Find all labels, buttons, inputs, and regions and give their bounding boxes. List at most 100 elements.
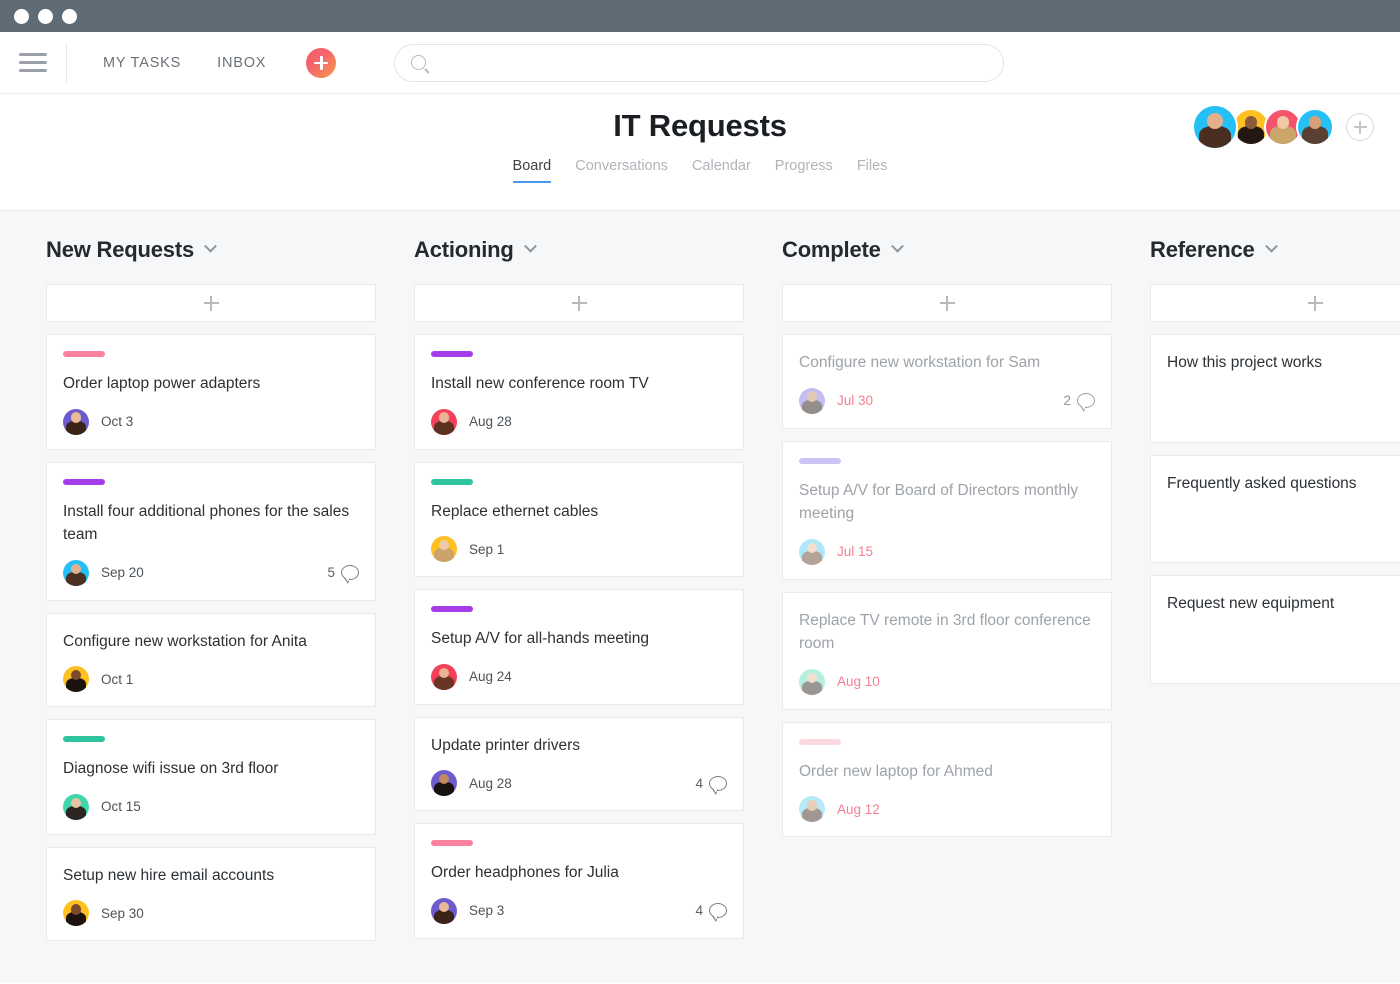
card-due-date[interactable]: Jul 15 xyxy=(837,544,873,559)
quick-add-button[interactable] xyxy=(306,48,336,78)
tab-progress[interactable]: Progress xyxy=(775,158,833,183)
assignee-avatar[interactable] xyxy=(799,796,825,822)
card-due-date[interactable]: Sep 20 xyxy=(101,565,144,580)
assignee-avatar[interactable] xyxy=(799,539,825,565)
card-due-date[interactable]: Sep 3 xyxy=(469,903,504,918)
avatar-body xyxy=(1270,126,1295,144)
card-due-date[interactable]: Aug 10 xyxy=(837,674,880,689)
avatar-body xyxy=(434,548,454,562)
task-card[interactable]: Frequently asked questions xyxy=(1150,455,1400,564)
card-due-date[interactable]: Sep 30 xyxy=(101,906,144,921)
assignee-avatar[interactable] xyxy=(431,664,457,690)
task-card[interactable]: Setup A/V for all-hands meeting Aug 24 xyxy=(414,589,744,705)
task-card[interactable]: Replace ethernet cablesSep 1 xyxy=(414,462,744,578)
card-due-date[interactable]: Oct 1 xyxy=(101,672,133,687)
task-card[interactable]: Order new laptop for AhmedAug 12 xyxy=(782,722,1112,838)
card-comment-indicator[interactable]: 4 xyxy=(695,903,727,918)
avatar-face xyxy=(71,904,81,914)
avatar-body xyxy=(1238,126,1263,144)
card-due-date[interactable]: Oct 15 xyxy=(101,799,141,814)
tab-files[interactable]: Files xyxy=(857,158,888,183)
chevron-down-icon[interactable] xyxy=(891,239,904,252)
assignee-avatar[interactable] xyxy=(431,409,457,435)
card-due-date[interactable]: Aug 24 xyxy=(469,669,512,684)
chevron-down-icon[interactable] xyxy=(1265,239,1278,252)
assignee-avatar[interactable] xyxy=(799,388,825,414)
task-card[interactable]: Replace TV remote in 3rd floor conferenc… xyxy=(782,592,1112,710)
card-due-date[interactable]: Aug 28 xyxy=(469,414,512,429)
assignee-avatar[interactable] xyxy=(63,666,89,692)
assignee-avatar[interactable] xyxy=(63,794,89,820)
column-title: Reference xyxy=(1150,237,1255,263)
avatar[interactable] xyxy=(1192,104,1238,150)
add-card-button[interactable] xyxy=(46,284,376,322)
card-footer: Sep 20 5 xyxy=(63,560,359,586)
card-tag-bar xyxy=(431,479,473,485)
avatar-face xyxy=(807,391,817,401)
card-title: Setup A/V for Board of Directors monthly… xyxy=(799,479,1095,526)
avatar-face xyxy=(1245,116,1258,129)
assignee-avatar[interactable] xyxy=(63,560,89,586)
task-card[interactable]: Order laptop power adaptersOct 3 xyxy=(46,334,376,450)
card-comment-indicator[interactable]: 5 xyxy=(327,565,359,580)
add-card-button[interactable] xyxy=(414,284,744,322)
tab-board[interactable]: Board xyxy=(513,158,552,183)
task-card[interactable]: Diagnose wifi issue on 3rd floorOct 15 xyxy=(46,719,376,835)
task-card[interactable]: Install four additional phones for the s… xyxy=(46,462,376,601)
avatar-body xyxy=(66,678,86,692)
card-due-date[interactable]: Oct 3 xyxy=(101,414,133,429)
card-title: Install four additional phones for the s… xyxy=(63,500,359,547)
nav-link-inbox[interactable]: INBOX xyxy=(217,55,266,71)
chevron-down-icon[interactable] xyxy=(524,239,537,252)
task-card[interactable]: How this project works xyxy=(1150,334,1400,443)
card-footer: Aug 12 xyxy=(799,796,1095,822)
task-card[interactable]: Setup A/V for Board of Directors monthly… xyxy=(782,441,1112,580)
avatar[interactable] xyxy=(1296,108,1334,146)
task-card[interactable]: Configure new workstation for SamJul 302 xyxy=(782,334,1112,429)
search-input[interactable] xyxy=(436,55,987,71)
avatar-face xyxy=(807,543,817,553)
task-card[interactable]: Configure new workstation for AnitaOct 1 xyxy=(46,613,376,708)
task-card[interactable]: Update printer driversAug 284 xyxy=(414,717,744,812)
avatar-face xyxy=(1277,116,1290,129)
assignee-avatar[interactable] xyxy=(431,770,457,796)
task-card[interactable]: Order headphones for JuliaSep 34 xyxy=(414,823,744,939)
card-due-date[interactable]: Jul 30 xyxy=(837,393,873,408)
card-footer: Aug 28 xyxy=(431,409,727,435)
card-due-date[interactable]: Sep 1 xyxy=(469,542,504,557)
card-title: Setup A/V for all-hands meeting xyxy=(431,627,727,651)
assignee-avatar[interactable] xyxy=(431,536,457,562)
assignee-avatar[interactable] xyxy=(431,898,457,924)
tab-calendar[interactable]: Calendar xyxy=(692,158,751,183)
search-bar[interactable] xyxy=(394,44,1004,82)
window-minimize-dot[interactable] xyxy=(38,9,53,24)
card-tag-bar xyxy=(63,479,105,485)
card-title: Replace TV remote in 3rd floor conferenc… xyxy=(799,609,1095,656)
task-card[interactable]: Request new equipment xyxy=(1150,575,1400,684)
card-due-date[interactable]: Aug 12 xyxy=(837,802,880,817)
add-card-button[interactable] xyxy=(1150,284,1400,322)
task-card[interactable]: Install new conference room TV Aug 28 xyxy=(414,334,744,450)
card-comment-indicator[interactable]: 2 xyxy=(1063,393,1095,408)
task-card[interactable]: Setup new hire email accountsSep 30 xyxy=(46,847,376,942)
window-close-dot[interactable] xyxy=(14,9,29,24)
window-maximize-dot[interactable] xyxy=(62,9,77,24)
card-due-date[interactable]: Aug 28 xyxy=(469,776,512,791)
tab-conversations[interactable]: Conversations xyxy=(575,158,668,183)
add-card-button[interactable] xyxy=(782,284,1112,322)
card-spacer xyxy=(1167,629,1400,669)
assignee-avatar[interactable] xyxy=(63,900,89,926)
avatar-body xyxy=(1302,126,1327,144)
assignee-avatar[interactable] xyxy=(63,409,89,435)
top-navigation-bar: MY TASKS INBOX xyxy=(0,32,1400,94)
board-column: New RequestsOrder laptop power adaptersO… xyxy=(46,211,376,983)
comment-count: 2 xyxy=(1063,393,1071,408)
add-member-button[interactable] xyxy=(1346,113,1374,141)
card-comment-indicator[interactable]: 4 xyxy=(695,776,727,791)
hamburger-menu-icon[interactable] xyxy=(0,53,66,72)
card-title: Install new conference room TV xyxy=(431,372,727,396)
assignee-avatar[interactable] xyxy=(799,669,825,695)
avatar-face xyxy=(1309,116,1322,129)
nav-link-my-tasks[interactable]: MY TASKS xyxy=(103,55,181,71)
chevron-down-icon[interactable] xyxy=(204,239,217,252)
